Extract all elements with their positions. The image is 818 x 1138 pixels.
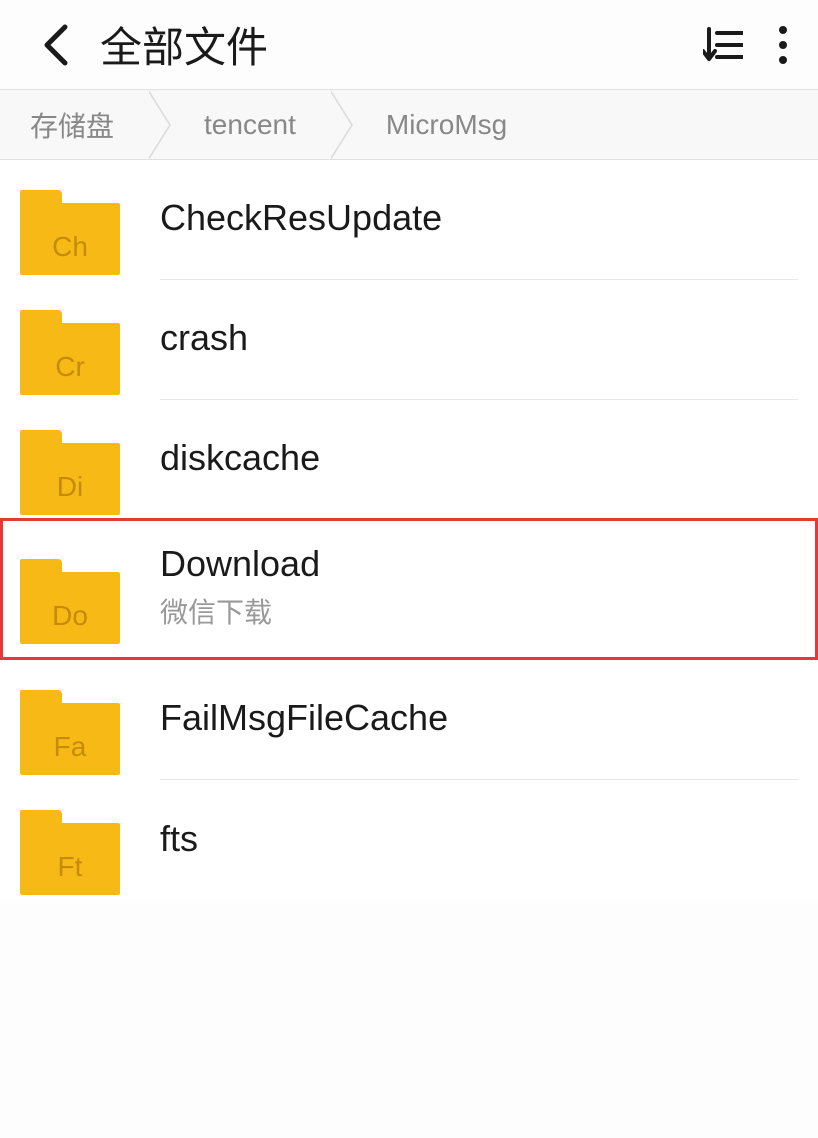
breadcrumb-item[interactable]: MicroMsg <box>336 90 547 159</box>
folder-name: crash <box>160 317 798 359</box>
folder-item[interactable]: Ft fts <box>0 780 818 900</box>
folder-name: CheckResUpdate <box>160 197 798 239</box>
sort-icon <box>703 27 743 63</box>
file-info: FailMsgFileCache <box>160 685 798 780</box>
folder-abbr: Di <box>20 471 120 503</box>
more-button[interactable] <box>768 20 798 70</box>
file-info: CheckResUpdate <box>160 185 798 280</box>
folder-abbr: Do <box>20 600 120 632</box>
header: 全部文件 <box>0 0 818 90</box>
breadcrumb-item[interactable]: tencent <box>154 90 336 159</box>
folder-icon: Do <box>20 559 120 644</box>
folder-icon: Ft <box>20 810 120 895</box>
folder-subtitle: 微信下载 <box>160 591 798 631</box>
file-info: crash <box>160 305 798 400</box>
folder-icon: Di <box>20 430 120 515</box>
folder-item-highlighted[interactable]: Do Download 微信下载 <box>0 518 818 660</box>
folder-item[interactable]: Cr crash <box>0 280 818 400</box>
folder-name: FailMsgFileCache <box>160 697 798 739</box>
folder-name: Download <box>160 543 798 585</box>
folder-abbr: Ch <box>20 231 120 263</box>
folder-name: fts <box>160 818 798 860</box>
folder-name: diskcache <box>160 437 798 479</box>
folder-icon: Cr <box>20 310 120 395</box>
page-title: 全部文件 <box>100 14 698 75</box>
file-info: fts <box>160 805 798 900</box>
folder-item[interactable]: Fa FailMsgFileCache <box>0 660 818 780</box>
folder-abbr: Fa <box>20 731 120 763</box>
folder-item[interactable]: Di diskcache <box>0 400 818 520</box>
back-button[interactable] <box>30 20 80 70</box>
more-vertical-icon <box>778 25 788 65</box>
file-list: Ch CheckResUpdate Cr crash Di diskcache … <box>0 160 818 900</box>
sort-button[interactable] <box>698 20 748 70</box>
chevron-left-icon <box>41 23 69 67</box>
folder-abbr: Ft <box>20 851 120 883</box>
file-info: diskcache <box>160 425 798 520</box>
folder-icon: Fa <box>20 690 120 775</box>
folder-abbr: Cr <box>20 351 120 383</box>
folder-icon: Ch <box>20 190 120 275</box>
breadcrumb-item[interactable]: 存储盘 <box>0 90 154 159</box>
breadcrumb: 存储盘 tencent MicroMsg <box>0 90 818 160</box>
folder-item[interactable]: Ch CheckResUpdate <box>0 160 818 280</box>
file-info: Download 微信下载 <box>160 543 798 660</box>
